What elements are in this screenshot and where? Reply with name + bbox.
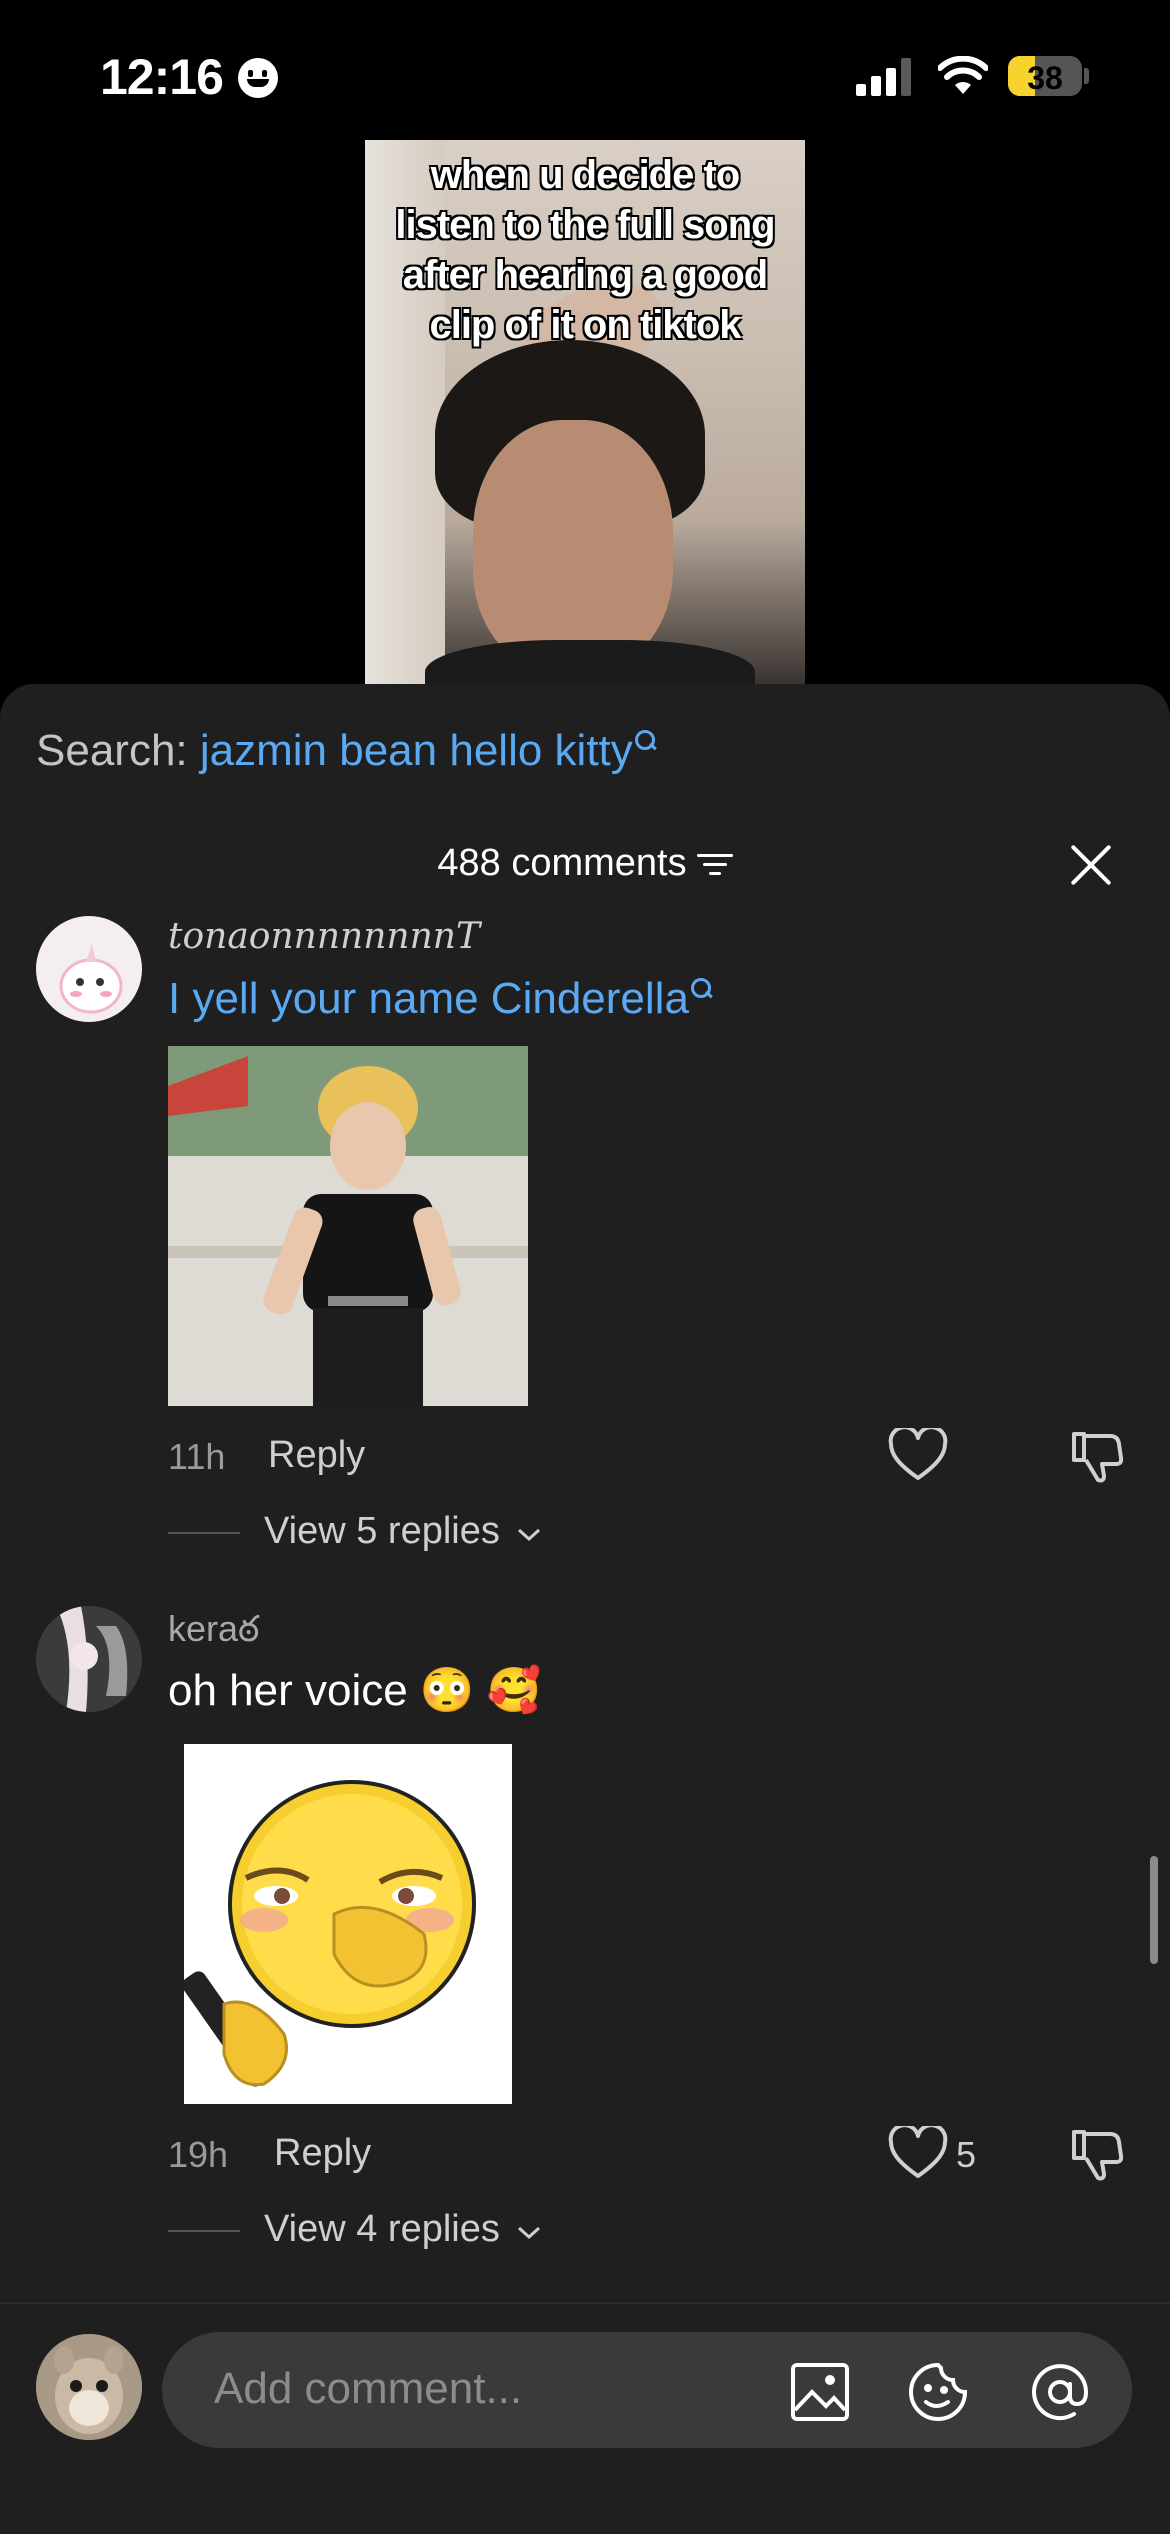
smiley-icon [238, 58, 278, 98]
reply-button[interactable]: Reply [268, 1434, 365, 1477]
search-icon [690, 978, 713, 1000]
comment-text[interactable]: I yell your name Cinderella [168, 974, 713, 1024]
comment-count: 488 comments [437, 842, 687, 884]
scrollbar[interactable] [1150, 1856, 1158, 1964]
sort-icon[interactable] [696, 852, 733, 878]
comment-input-placeholder: Add comment... [214, 2364, 523, 2413]
heart-icon[interactable] [888, 1428, 948, 1482]
battery-icon: 38 [1008, 56, 1082, 96]
comment-username[interactable]: keraఠ [168, 1608, 259, 1659]
dislike-icon[interactable] [1070, 1428, 1124, 1484]
divider [168, 2230, 240, 2232]
comment-time: 11h [168, 1436, 226, 1477]
search-suggestion[interactable]: Search: jazmin bean hello kitty [36, 726, 657, 776]
comment-sticker[interactable] [184, 1744, 512, 2104]
status-time: 12:16 [100, 49, 224, 105]
view-replies-button[interactable]: View 4 replies [264, 2208, 542, 2251]
avatar[interactable] [36, 1606, 142, 1712]
user-avatar[interactable] [36, 2334, 142, 2440]
comments-header: 488 comments [0, 842, 1170, 885]
mention-icon[interactable] [1030, 2362, 1090, 2422]
dislike-icon[interactable] [1070, 2126, 1124, 2182]
avatar[interactable] [36, 916, 142, 1022]
battery-level: 38 [1027, 60, 1063, 96]
view-replies-button[interactable]: View 5 replies [264, 1510, 542, 1553]
close-icon[interactable] [1068, 842, 1114, 888]
comment-username[interactable]: tonaonnnnnnnnT [168, 916, 480, 957]
cellular-signal-icon [856, 58, 914, 96]
video-thumbnail[interactable]: when u decide to listen to the full song… [365, 140, 805, 684]
comment-text: oh her voice 😳 🥰 [168, 1666, 542, 1715]
heart-icon[interactable] [888, 2126, 948, 2180]
battery-tip [1084, 68, 1089, 84]
search-label: Search: [36, 726, 188, 775]
comment-time: 19h [168, 2134, 229, 2175]
chevron-down-icon [518, 2226, 541, 2240]
comment-gif[interactable] [168, 1046, 528, 1406]
video-caption: when u decide to listen to the full song… [395, 153, 775, 347]
comments-sheet: Search: jazmin bean hello kitty 488 comm… [0, 684, 1170, 2532]
chevron-down-icon [518, 1528, 541, 1542]
comment-input[interactable]: Add comment... [162, 2332, 1132, 2448]
comment-composer: Add comment... [0, 2302, 1170, 2534]
wifi-icon [938, 56, 988, 94]
search-query[interactable]: jazmin bean hello kitty [200, 726, 633, 775]
reply-button[interactable]: Reply [274, 2132, 371, 2175]
like-count: 5 [956, 2134, 977, 2175]
image-icon[interactable] [790, 2362, 850, 2422]
sticker-emoji-icon[interactable] [908, 2362, 968, 2422]
divider [168, 1532, 240, 1534]
search-icon [634, 730, 657, 752]
